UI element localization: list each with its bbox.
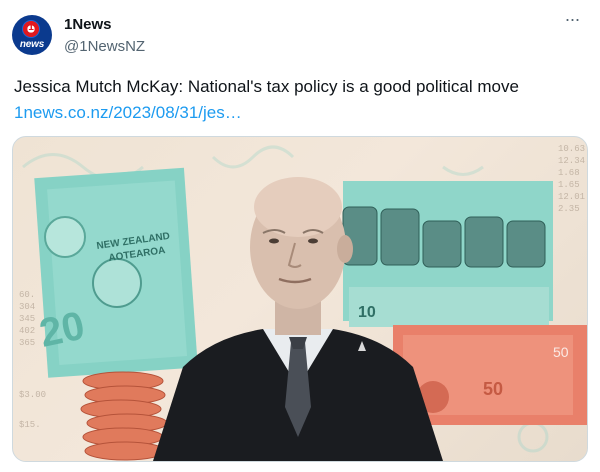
teal-banknote-right: 10 (342, 181, 553, 327)
svg-text:10.63: 10.63 (558, 144, 585, 154)
svg-text:1.65: 1.65 (558, 180, 580, 190)
tweet-image[interactable]: 10.63 12.34 1.68 1.65 12.01 2.35 60. 304 345 4… (12, 136, 588, 462)
svg-text:304: 304 (19, 302, 35, 312)
one-news-logo-icon: 1 (22, 20, 40, 38)
svg-text:345: 345 (19, 314, 35, 324)
svg-text:20: 20 (36, 304, 89, 356)
more-options-button[interactable]: ··· (562, 10, 582, 32)
more-horizontal-icon: ··· (564, 9, 581, 29)
svg-text:50: 50 (483, 379, 503, 399)
svg-text:402: 402 (19, 326, 35, 336)
svg-text:12.01: 12.01 (558, 192, 585, 202)
svg-text:60.: 60. (19, 290, 35, 300)
tweet-card: 1 news 1News @1NewsNZ ··· Jessica Mutch … (0, 0, 600, 472)
account-handle[interactable]: @1NewsNZ (64, 38, 145, 55)
tweet-link[interactable]: 1news.co.nz/2023/08/31/jes… (14, 102, 242, 124)
display-name[interactable]: 1News (64, 16, 112, 33)
teal-banknote-left: NEW ZEALAND AOTEAROA 20 (34, 167, 198, 378)
svg-text:50: 50 (553, 344, 569, 360)
svg-text:2.35: 2.35 (558, 204, 580, 214)
tweet-text: Jessica Mutch McKay: National's tax poli… (14, 77, 519, 96)
avatar-logo-word: news (19, 39, 45, 50)
svg-text:10: 10 (358, 304, 376, 321)
svg-text:$15.: $15. (19, 420, 41, 430)
svg-text:1.68: 1.68 (558, 168, 580, 178)
svg-text:12.34: 12.34 (558, 156, 585, 166)
svg-text:$3.00: $3.00 (19, 390, 46, 400)
collage-illustration: 10.63 12.34 1.68 1.65 12.01 2.35 60. 304 345 4… (19, 144, 587, 461)
coral-coin-stack (80, 371, 168, 461)
avatar[interactable]: 1 news (12, 15, 52, 55)
svg-text:365: 365 (19, 338, 35, 348)
